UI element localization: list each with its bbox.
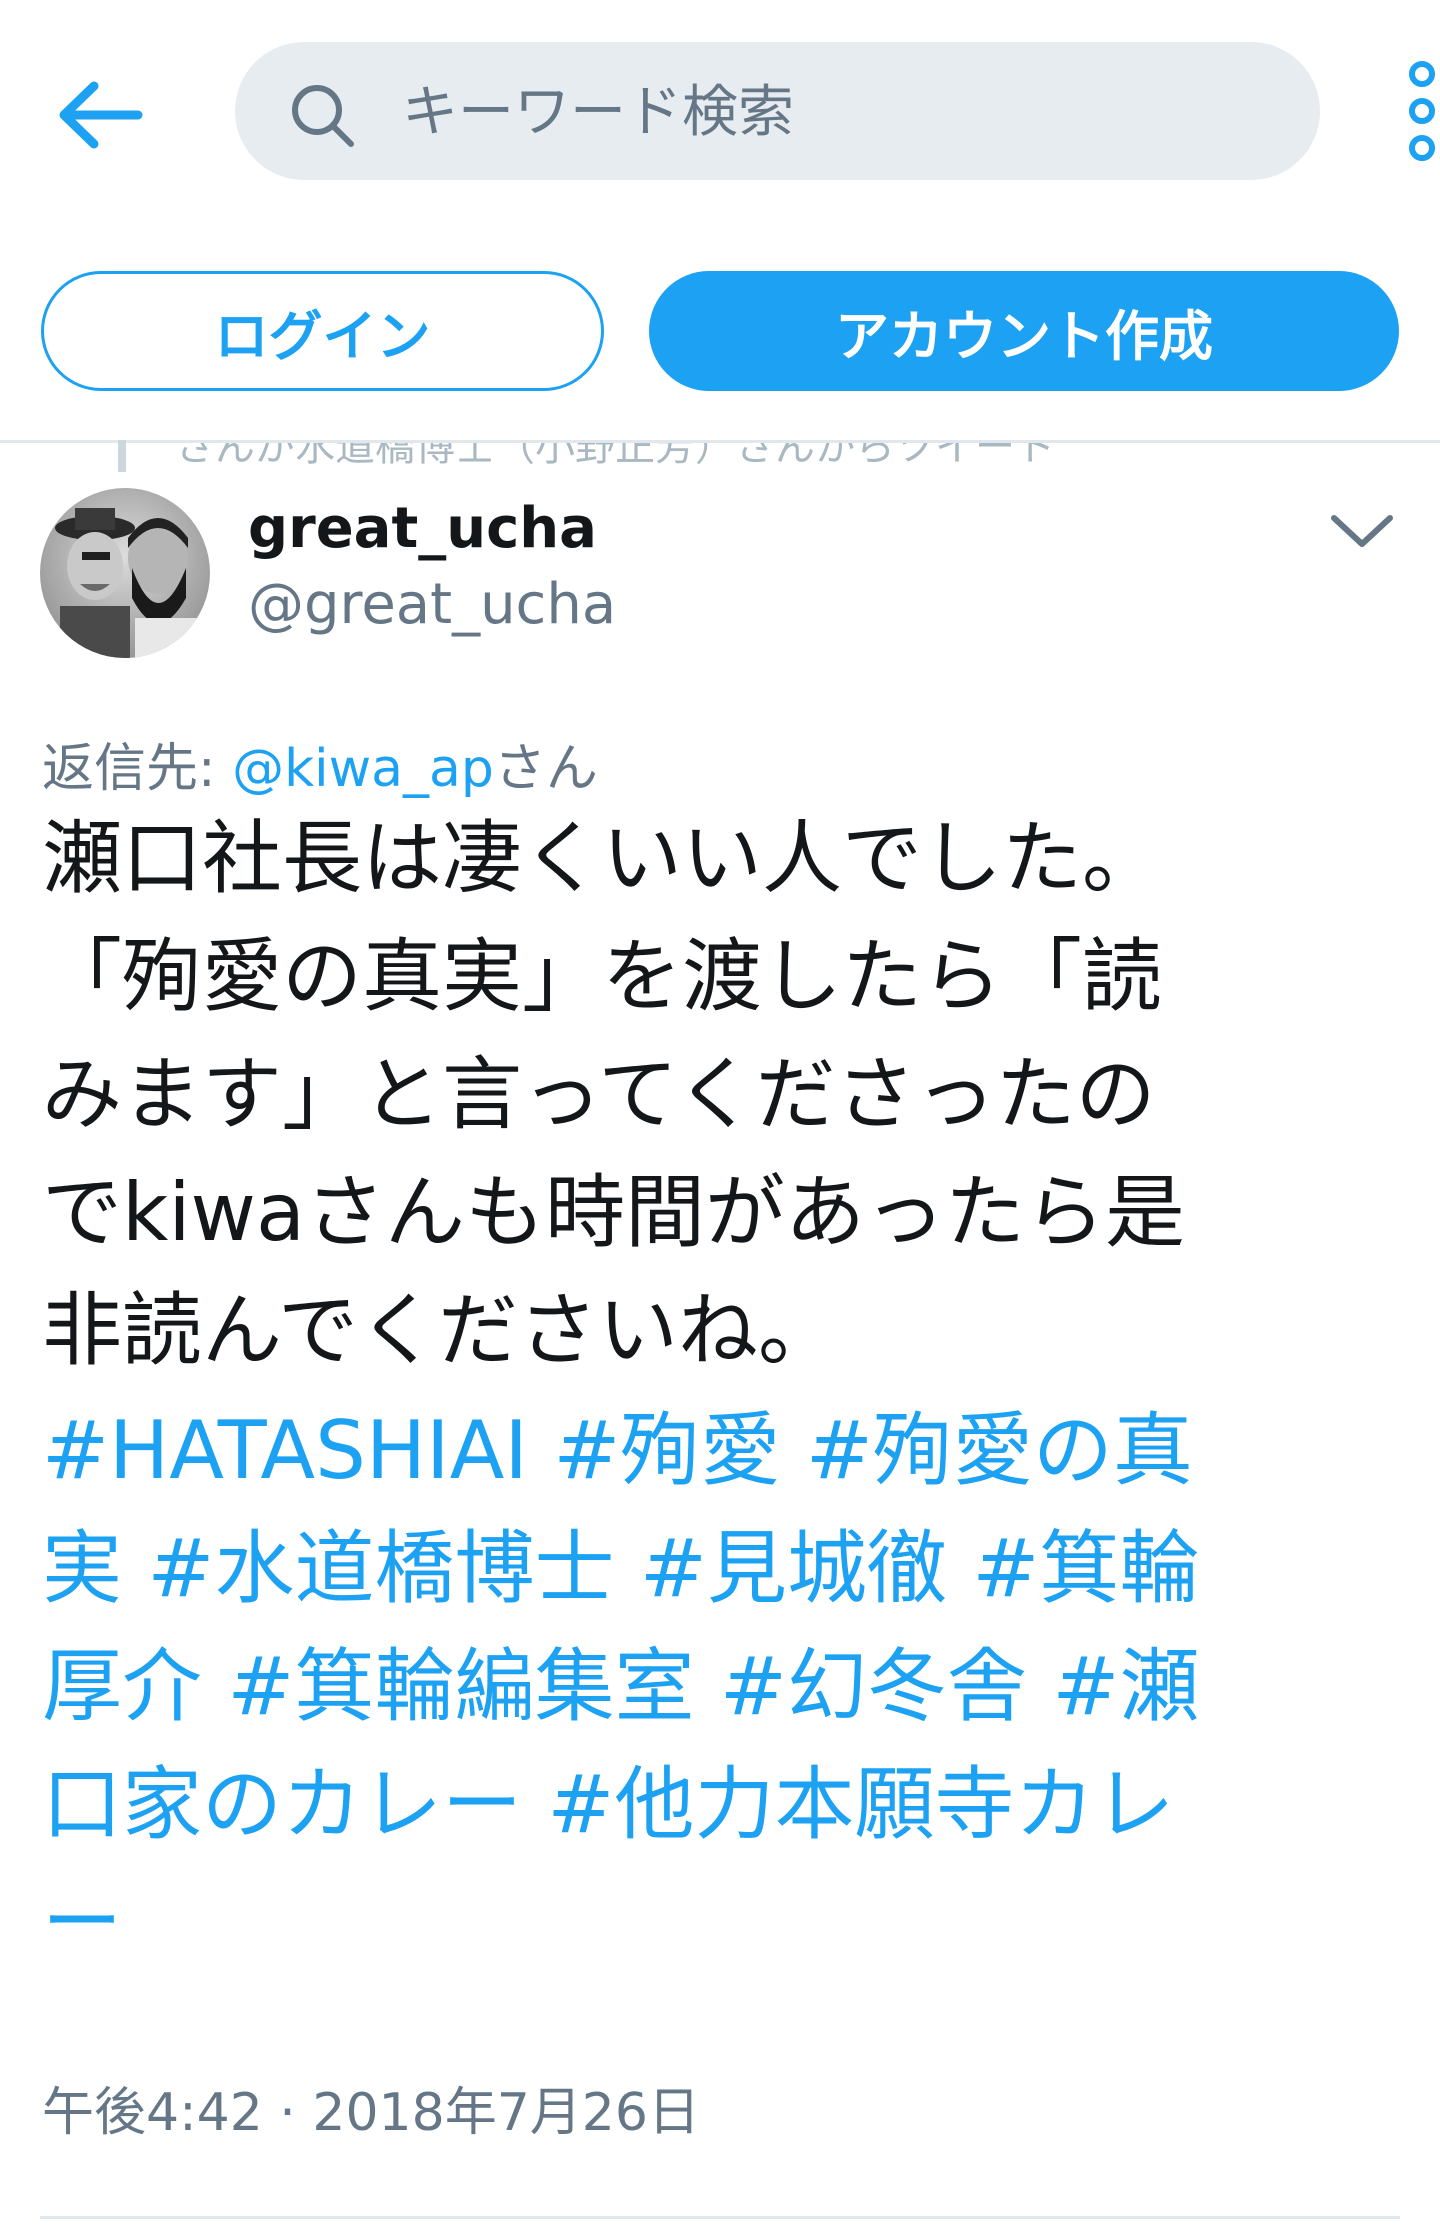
display-name[interactable]: great_ucha — [248, 496, 597, 561]
hashtag-line[interactable]: 厚介 #箕輪編集室 #幻冬舎 #瀬 — [42, 1628, 1402, 1746]
tweet-text-line: 「殉愛の真実」を渡したら「読 — [42, 930, 1162, 1023]
more-options-button[interactable] — [1392, 56, 1440, 166]
hashtag-line[interactable]: 口家のカレー #他力本願寺カレ — [42, 1746, 1402, 1864]
back-button[interactable] — [44, 60, 154, 170]
hashtag-line[interactable]: ー — [42, 1864, 1402, 1982]
create-account-button[interactable]: アカウント作成 — [649, 271, 1399, 391]
hashtag-line[interactable]: 実 #水道橋博士 #見城徹 #箕輪 — [42, 1510, 1402, 1628]
reply-mention-link[interactable]: @kiwa_ap — [232, 739, 494, 799]
thread-connector — [118, 440, 126, 472]
tweet-text-line: でkiwaさんも時間があったら是 — [42, 1166, 1186, 1259]
tweet-text: 瀬口社長は凄くいい人でした。 「殉愛の真実」を渡したら「読 みます」と言ってくだ… — [42, 800, 1402, 1390]
tweet-page: ログイン アカウント作成 さんが水道橋博士（小野正芳）さんからツイート — [0, 0, 1440, 2236]
tweet-text-line: 瀬口社長は凄くいい人でした。 — [42, 812, 1162, 905]
tweet-text-line: みます」と言ってくださったの — [42, 1048, 1156, 1141]
search-bar[interactable] — [235, 42, 1320, 182]
tweet-menu-button[interactable] — [1322, 500, 1402, 560]
chevron-down-icon — [1331, 515, 1393, 547]
user-handle: @great_ucha — [248, 572, 617, 637]
avatar[interactable] — [40, 488, 210, 658]
vertical-dots-icon — [1409, 61, 1435, 161]
arrow-left-icon — [59, 81, 143, 149]
retweet-context-line: さんが水道橋博士（小野正芳）さんからツイート — [175, 424, 1055, 470]
reply-to-suffix: さん — [493, 739, 598, 799]
hashtag-line[interactable]: #HATASHIAI #殉愛 #殉愛の真 — [42, 1392, 1402, 1510]
top-bar — [0, 0, 1440, 220]
hashtag-block: #HATASHIAI #殉愛 #殉愛の真 実 #水道橋博士 #見城徹 #箕輪 厚… — [42, 1392, 1402, 1982]
tweet-text-line: 非読んでくださいね。 — [42, 1284, 838, 1377]
divider — [0, 440, 1440, 443]
avatar-photo — [40, 488, 210, 658]
login-button[interactable]: ログイン — [41, 271, 604, 391]
search-icon — [292, 85, 354, 147]
reply-to-prefix: 返信先: — [42, 739, 233, 799]
search-input[interactable] — [400, 42, 1264, 182]
divider — [40, 2216, 1400, 2219]
reply-to-line: 返信先: @kiwa_apさん — [42, 726, 598, 801]
tweet-timestamp[interactable]: 午後4:42 · 2018年7月26日 — [42, 2070, 700, 2145]
